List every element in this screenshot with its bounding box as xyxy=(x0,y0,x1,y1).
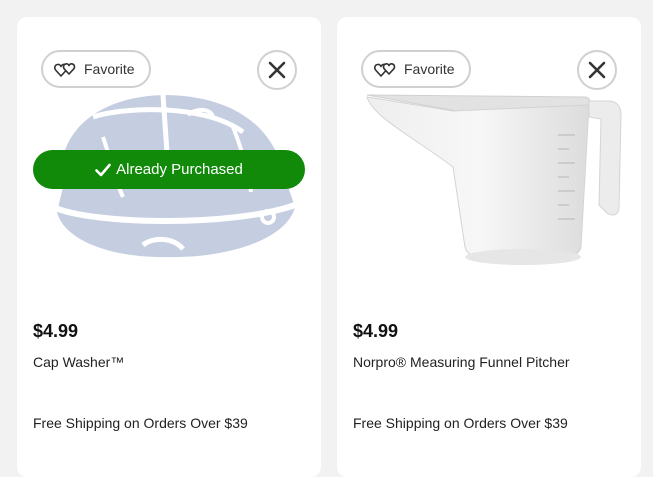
close-icon xyxy=(268,61,286,79)
product-grid: Favorite Already Purchased $4.99 Cap Was… xyxy=(0,0,653,477)
favorite-label: Favorite xyxy=(404,61,455,77)
favorite-label: Favorite xyxy=(84,61,135,77)
product-price: $4.99 xyxy=(353,321,399,341)
product-card[interactable]: Favorite Already Purchased $4.99 Cap Was… xyxy=(17,17,321,477)
two-hearts-icon xyxy=(54,63,76,77)
product-title[interactable]: Cap Washer™ xyxy=(33,354,124,370)
already-purchased-badge: Already Purchased xyxy=(33,150,305,189)
product-card[interactable]: Favorite $4.99 Norpro® Measuring Funnel … xyxy=(337,17,641,477)
close-icon xyxy=(588,61,606,79)
product-image-measuring-pitcher[interactable] xyxy=(353,77,625,277)
favorite-button[interactable]: Favorite xyxy=(361,50,471,88)
shipping-note: Free Shipping on Orders Over $39 xyxy=(353,415,568,431)
remove-button[interactable] xyxy=(257,50,297,90)
product-title[interactable]: Norpro® Measuring Funnel Pitcher xyxy=(353,354,570,370)
shipping-note: Free Shipping on Orders Over $39 xyxy=(33,415,248,431)
two-hearts-icon xyxy=(374,63,396,77)
remove-button[interactable] xyxy=(577,50,617,90)
product-price: $4.99 xyxy=(33,321,79,341)
favorite-button[interactable]: Favorite xyxy=(41,50,151,88)
badge-label: Already Purchased xyxy=(116,161,243,178)
checkmark-icon xyxy=(95,163,111,176)
measuring-pitcher-illustration xyxy=(366,94,622,265)
